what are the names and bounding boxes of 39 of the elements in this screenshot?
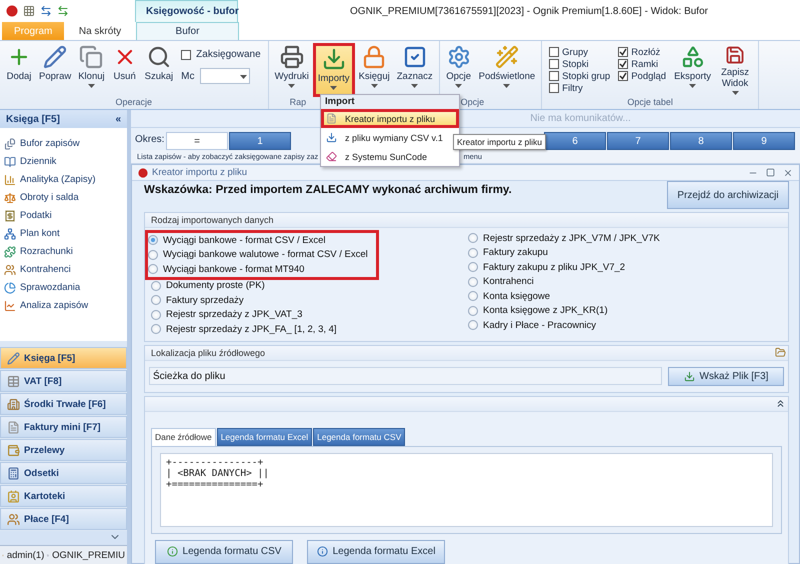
tooltip: Kreator importu z pliku [453,134,546,150]
period-label: Okres: [135,134,165,144]
radio-label: Rejestr sprzedaży z JPK_FA_ [1, 2, 3, 4] [166,324,337,335]
radio-label: Konta księgowe z JPK_KR(1) [483,305,608,316]
window-title: OGNIK_PREMIUM[7361675591][2023] - Ognik Premium[1.8.60E] - Widok: Bufor [349,6,709,16]
radio-label: Faktury zakupu z pliku JPK_V7_2 [483,262,626,273]
checkbox-label: Ramki [631,58,658,70]
sidebar-title: Księga [F5] [6,114,60,124]
message-text: Nie ma komunikatów... [530,113,631,124]
group-label: Rap [290,97,306,107]
checkbox-label: Zaksięgowane [196,49,261,60]
group-label: Operacje [116,97,152,107]
group-label: Opcje [460,97,484,107]
checkbox-label: Filtry [562,82,583,94]
group-title: Rodzaj importowanych danych [151,215,274,225]
radio-label: Dokumenty proste (PK) [166,280,265,292]
status-text: OGNIK_PREMIU [52,550,125,560]
radio-label: Wyciągi bankowe walutowe - format CSV / Excel [163,249,368,260]
radio-label: Kontrahenci [483,276,534,288]
radio-label: Wyciągi bankowe - format CSV / Excel [163,234,326,246]
radio-label: Faktury sprzedaży [166,294,244,306]
radio-label: Kadry i Płace - Pracownicy [483,320,596,331]
checkbox-label: Podgląd [631,70,666,82]
window-title: Kreator importu z pliku [152,167,248,178]
checkbox-label: Stopki [562,58,589,70]
radio-label: Rejestr sprzedaży z JPK_V7M / JPK_V7K [483,232,660,244]
group-label: Opcje tabel [627,97,673,107]
radio-label: Faktury zakupu [483,247,548,258]
checkbox-label: Grupy [562,46,588,58]
radio-label: Rejestr sprzedaży z JPK_VAT_3 [166,309,302,320]
radio-label: Wyciągi bankowe - format MT940 [163,264,304,275]
field-label: Mc [181,70,194,82]
status-text: admin(1) [6,550,44,560]
hint-text: Wskazówka: Przed importem ZALECAMY wykonać archiwum firmy. [144,184,512,196]
checkbox-label: Stopki grup [562,70,610,82]
radio-label: Konta księgowe [483,290,550,302]
group-title: Lokalizacja pliku źródłowego [151,348,266,358]
menu-header: Import [321,95,459,109]
checkbox-label: Rozłóż [631,46,660,58]
